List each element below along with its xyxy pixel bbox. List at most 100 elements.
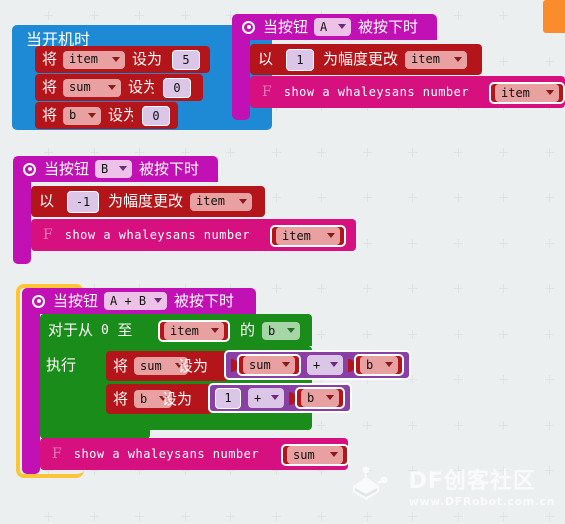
block-set-b-loop[interactable]: 将 b [106,384,212,414]
chevron-down-icon [282,362,290,367]
to-label: 设为 [132,50,163,68]
button-dropdown-ab[interactable]: A + B [104,292,168,310]
chevron-down-icon [338,24,347,29]
change-amount-a[interactable]: 1 [286,48,315,71]
reporter-sum-plus-b[interactable]: sum + b [224,350,411,380]
grid-cross [408,193,417,202]
grid-cross [408,421,417,430]
variable-name: item [69,52,98,66]
chevron-down-icon [119,166,128,171]
grid-cross [181,11,190,20]
variable-dropdown-item[interactable]: item [276,227,340,245]
grid-cross [44,512,53,521]
variable-dropdown-item[interactable]: item [190,192,253,211]
event-target-icon [242,20,255,34]
button-name: A + B [110,293,147,308]
variable-dropdown-b[interactable]: b [360,356,398,374]
value-slot-sum[interactable]: 0 [163,78,191,98]
variable-dropdown-sum[interactable]: sum [287,446,343,464]
variable-dropdown-sum[interactable]: sum [63,78,122,97]
reporter-one-plus-b[interactable]: 1 + b [208,383,352,413]
block-change-item-b[interactable]: 以 -1 为幅度更改 item [31,186,265,217]
hat-suffix: 被按下时 [358,17,419,36]
operator: + [313,357,321,372]
block-change-item-a[interactable]: 以 1 为幅度更改 item [250,44,482,75]
grid-cross [90,512,99,521]
block-set-sum-loop[interactable]: 将 sum [106,351,228,381]
block-on-button-ab[interactable]: 当按钮 A + B 被按下时 [22,288,256,314]
reporter-b[interactable]: b [354,354,404,376]
robot-logo-icon [352,466,388,500]
grid-cross [363,193,372,202]
grid-cross [317,421,326,430]
block-on-button-b[interactable]: 当按钮 B 被按下时 [13,156,218,182]
hat-suffix: 被按下时 [139,159,200,178]
for-to-label: 至 [117,320,133,339]
block-on-button-ab-body [22,314,40,474]
button-dropdown-a[interactable]: A [314,18,352,36]
grid-cross [363,284,372,293]
grid-cross [499,193,508,202]
grid-cross [44,11,53,20]
operator: + [254,390,262,405]
grid-cross [226,148,235,157]
variable-dropdown-b[interactable]: b [301,389,339,407]
grid-cross [545,421,554,430]
f-icon: F [262,84,272,100]
value-notch [265,447,273,461]
reporter-item-b[interactable]: item [270,225,346,247]
block-on-button-a-body [232,40,250,120]
variable-dropdown-item[interactable]: item [495,84,559,102]
grid-cross [499,421,508,430]
grid-cross [272,193,281,202]
show-number-label: show a whaleysans number [64,228,251,242]
show-number-label: show a whaleysans number [283,85,470,99]
operator-dropdown-plus[interactable]: + [307,355,343,375]
change-middle: 为幅度更改 [323,50,399,68]
set-label: 将 [113,389,129,408]
reporter-sum[interactable]: sum [237,354,301,376]
reporter-item-a[interactable]: item [489,82,565,104]
grid-cross [499,239,508,248]
grid-cross [545,239,554,248]
value-notch [60,195,68,208]
variable-dropdown-item[interactable]: item [405,50,468,69]
value-notch [279,53,287,66]
block-on-button-a[interactable]: 当按钮 A 被按下时 [232,14,437,40]
variable-name: sum [140,358,162,373]
operand-value-one[interactable]: 1 [215,387,241,409]
grid-cross [454,421,463,430]
chevron-down-icon [112,56,121,62]
grid-cross [408,330,417,339]
chevron-down-icon [330,362,338,367]
value-slot-b[interactable]: 0 [142,106,170,126]
variable-dropdown-item[interactable]: item [164,322,224,340]
variable-dropdown-b[interactable]: b [63,106,102,125]
variable-dropdown-item[interactable]: item [63,50,126,69]
event-target-icon [32,294,45,308]
chevron-down-icon [88,112,97,118]
hat-prefix: 当按钮 [263,17,309,36]
reporter-sum-show[interactable]: sum [281,444,349,466]
grid-cross [545,148,554,157]
reporter-item-loop[interactable]: item [158,320,230,342]
chevron-down-icon [154,298,163,303]
grid-cross [272,284,281,293]
operator-dropdown-plus[interactable]: + [248,388,284,408]
grid-cross [454,284,463,293]
variable-dropdown-sum[interactable]: sum [243,356,295,374]
value-slot-item[interactable]: 5 [172,50,200,70]
variable-name: b [268,323,276,338]
change-amount-b[interactable]: -1 [67,190,100,213]
change-prefix: 以 [39,192,55,210]
reporter-b[interactable]: b [295,387,345,409]
button-dropdown-b[interactable]: B [95,160,133,178]
variable-name: item [170,323,199,338]
variable-name: b [366,357,374,372]
chevron-down-icon [454,56,463,62]
grid-cross [454,11,463,20]
loop-index-dropdown[interactable]: b [262,322,300,340]
chevron-down-icon [211,328,219,333]
orange-tab[interactable] [543,0,565,33]
grid-cross [454,375,463,384]
